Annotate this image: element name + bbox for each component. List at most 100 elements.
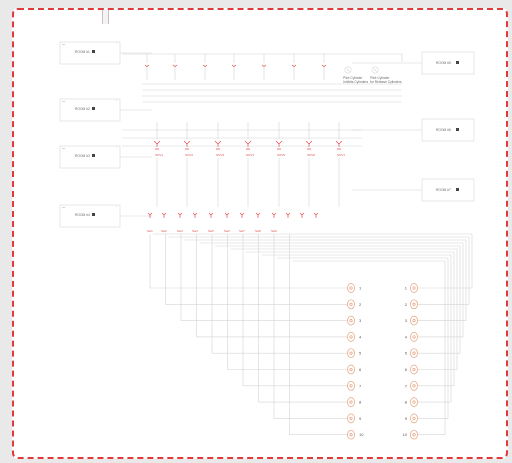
room-tick: — <box>62 42 66 46</box>
switch-symbol <box>285 212 291 218</box>
connector-left-number: 5 <box>359 351 362 356</box>
connector-right-number: 9 <box>405 416 408 421</box>
connector-pin <box>349 351 353 355</box>
room-box <box>59 145 121 169</box>
connector-right-number: 8 <box>405 400 408 405</box>
room-label: ROOM #5 <box>436 61 451 65</box>
room-tick: — <box>62 146 66 150</box>
valve-label: SOV2 <box>185 153 193 157</box>
connector-pin <box>412 433 416 437</box>
room-tick: · <box>116 205 117 209</box>
connector-pin <box>412 302 416 306</box>
connector-pin <box>412 351 416 355</box>
valve-symbol <box>261 64 267 67</box>
room-tick: · <box>116 42 117 46</box>
connector-right-number: 3 <box>405 318 408 323</box>
connector-left-number: 2 <box>359 302 362 307</box>
solenoid-valve-symbol <box>183 140 191 150</box>
switch-label: Sw4 <box>192 229 198 233</box>
wiring-layer <box>120 52 473 436</box>
connector-right-number: 10 <box>403 432 408 437</box>
switch-label: Sw9 <box>271 229 277 233</box>
connector-left-number: 10 <box>359 432 364 437</box>
switch-label: Sw3 <box>177 229 183 233</box>
return-wire <box>168 236 470 305</box>
connector-pin <box>349 384 353 388</box>
solenoid-valve-symbol <box>214 140 222 150</box>
return-wire <box>292 260 446 436</box>
connector-left-number: 6 <box>359 367 362 372</box>
valve-label: SOV6 <box>307 153 315 157</box>
connector-pin <box>412 384 416 388</box>
switch-symbol <box>299 212 305 218</box>
connector-pin <box>412 367 416 372</box>
switch-symbol <box>224 212 230 218</box>
switch-symbol <box>271 212 277 218</box>
valve-symbol <box>172 64 178 67</box>
return-wire <box>230 248 458 370</box>
solenoid-valve-symbol <box>153 140 161 150</box>
room-box <box>59 41 121 65</box>
valve-label: SOV7 <box>337 153 345 157</box>
drawing-sheet: ROOM #1 — · ROOM #2 — · ROOM #3 — · ROOM #4 — · ROOM… <box>12 8 508 459</box>
switch-symbol <box>161 212 167 218</box>
room-indicator <box>456 188 459 191</box>
room-label: ROOM #4 <box>75 213 90 217</box>
room-indicator <box>92 154 95 157</box>
valve-symbol <box>202 64 208 67</box>
room-box <box>59 98 121 122</box>
valve-label: SOV4 <box>246 153 254 157</box>
cylinder-label: Inhibits Cylinders <box>343 80 368 84</box>
connector-pin <box>349 286 353 290</box>
connector-left-number: 9 <box>359 416 362 421</box>
room-label: ROOM #3 <box>75 154 90 158</box>
room-box <box>59 204 121 228</box>
connector-right-number: 4 <box>405 334 408 339</box>
switch-label: Sw6 <box>224 229 230 233</box>
room-indicator <box>456 61 459 64</box>
valve-label: SOV3 <box>216 153 224 157</box>
connector-left-number: 1 <box>359 286 362 291</box>
cascade-wire <box>227 234 347 370</box>
solenoid-valve-symbol <box>335 140 343 150</box>
return-wire <box>277 257 449 419</box>
gauge-needle <box>346 68 350 72</box>
connector-right-number: 7 <box>405 383 408 388</box>
connector-right-number: 6 <box>405 367 408 372</box>
cylinder-label: for Release Cylinders <box>370 80 402 84</box>
return-wire <box>199 242 464 338</box>
switch-symbol <box>192 212 198 218</box>
connector-pin <box>349 302 353 306</box>
connector-pin <box>412 319 416 323</box>
connector-pin <box>349 319 353 323</box>
cascade-wire <box>289 234 347 436</box>
solenoid-valve-symbol <box>275 140 283 150</box>
schematic-diagram: ROOM #1 — · ROOM #2 — · ROOM #3 — · ROOM #4 — · ROOM… <box>59 41 475 440</box>
switch-label: Sw1 <box>147 229 153 233</box>
cascade-wire <box>180 234 347 321</box>
connector-pin <box>349 400 353 404</box>
switch-symbol <box>255 212 261 218</box>
switch-symbol <box>177 212 183 218</box>
room-tick: · <box>116 99 117 103</box>
switch-label: Sw8 <box>255 229 261 233</box>
switch-symbol <box>147 212 153 218</box>
room-label: ROOM #1 <box>75 50 90 54</box>
connector-pin <box>349 335 353 339</box>
cascade-wire <box>196 234 347 338</box>
cascade-wire <box>273 234 347 419</box>
connector-pin <box>412 286 416 290</box>
connector-pin <box>412 400 416 404</box>
room-indicator <box>92 107 95 110</box>
room-indicator <box>456 128 459 131</box>
switch-label: Sw7 <box>239 229 245 233</box>
components-layer: ROOM #1 — · ROOM #2 — · ROOM #3 — · ROOM #4 — · ROOM… <box>59 41 475 440</box>
solenoid-valve-symbol <box>244 140 252 150</box>
connector-right-number: 2 <box>405 302 408 307</box>
room-label: ROOM #2 <box>75 107 90 111</box>
valve-label: SOV5 <box>277 153 285 157</box>
connector-left-number: 8 <box>359 400 362 405</box>
switch-symbol <box>208 212 214 218</box>
connector-pin <box>349 367 353 372</box>
return-wire <box>261 254 452 403</box>
